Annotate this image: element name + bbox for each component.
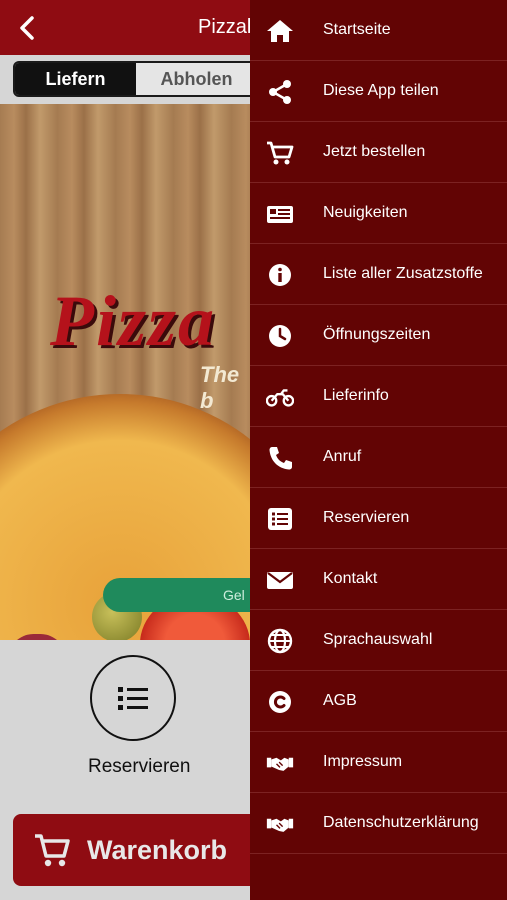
menu-item-additives[interactable]: Liste aller Zusatzstoffe (250, 244, 507, 305)
cart-button[interactable]: Warenkorb (13, 814, 263, 886)
menu-item-order[interactable]: Jetzt bestellen (250, 122, 507, 183)
tab-liefern[interactable]: Liefern (15, 63, 136, 95)
menu-label: AGB (323, 692, 357, 709)
news-icon (266, 201, 294, 227)
menu-label: Öffnungszeiten (323, 326, 431, 343)
restaurant-logo: Pizza (50, 281, 217, 361)
chevron-left-icon (20, 16, 34, 40)
menu-item-contact[interactable]: Kontakt (250, 549, 507, 610)
side-drawer: Startseite Diese App teilen Jetzt bestel… (250, 0, 507, 900)
menu-label: Liste aller Zusatzstoffe (323, 265, 483, 282)
list-icon (266, 506, 294, 532)
app-title: Pizzal (198, 16, 252, 38)
menu-item-terms[interactable]: AGB (250, 671, 507, 732)
cart-icon (266, 140, 294, 166)
menu-label: Sprachauswahl (323, 631, 433, 648)
phone-icon (266, 445, 294, 471)
share-icon (266, 79, 294, 105)
menu-label: Startseite (323, 21, 391, 38)
menu-item-hours[interactable]: Öffnungszeiten (250, 305, 507, 366)
tab-abholen[interactable]: Abholen (136, 63, 257, 95)
menu-label: Datenschutzerklärung (323, 814, 479, 831)
globe-icon (266, 628, 294, 654)
reserve-label: Reservieren (88, 756, 191, 777)
order-type-toggle: Liefern Abholen (13, 61, 273, 97)
reserve-button[interactable] (90, 655, 176, 741)
menu-item-language[interactable]: Sprachauswahl (250, 610, 507, 671)
menu-label: Diese App teilen (323, 82, 439, 99)
menu-label: Lieferinfo (323, 387, 389, 404)
menu-label: Reservieren (323, 509, 410, 526)
home-icon (266, 18, 294, 44)
menu-label: Kontakt (323, 570, 378, 587)
copyright-icon (266, 689, 294, 715)
menu-item-call[interactable]: Anruf (250, 427, 507, 488)
menu-label: Impressum (323, 753, 403, 770)
cart-label: Warenkorb (87, 834, 228, 865)
menu-item-startseite[interactable]: Startseite (250, 0, 507, 61)
logo-tagline: The b (200, 362, 240, 413)
handshake-icon (266, 750, 294, 776)
mail-icon (266, 567, 294, 593)
hero-banner: Pizza The b (0, 104, 250, 640)
cart-icon (35, 834, 70, 867)
menu-item-delivery[interactable]: Lieferinfo (250, 366, 507, 427)
menu-item-news[interactable]: Neuigkeiten (250, 183, 507, 244)
menu-item-imprint[interactable]: Impressum (250, 732, 507, 793)
menu-item-share[interactable]: Diese App teilen (250, 61, 507, 122)
list-icon (118, 687, 148, 710)
back-button[interactable] (14, 14, 42, 42)
menu-label: Neuigkeiten (323, 204, 408, 221)
clock-icon (266, 323, 294, 349)
menu-item-privacy[interactable]: Datenschutzerklärung (250, 793, 507, 854)
menu-item-reserve[interactable]: Reservieren (250, 488, 507, 549)
handshake-icon (266, 811, 294, 837)
info-icon (266, 262, 294, 288)
menu-label: Jetzt bestellen (323, 143, 426, 160)
menu-label: Anruf (323, 448, 362, 465)
motorbike-icon (266, 384, 294, 410)
